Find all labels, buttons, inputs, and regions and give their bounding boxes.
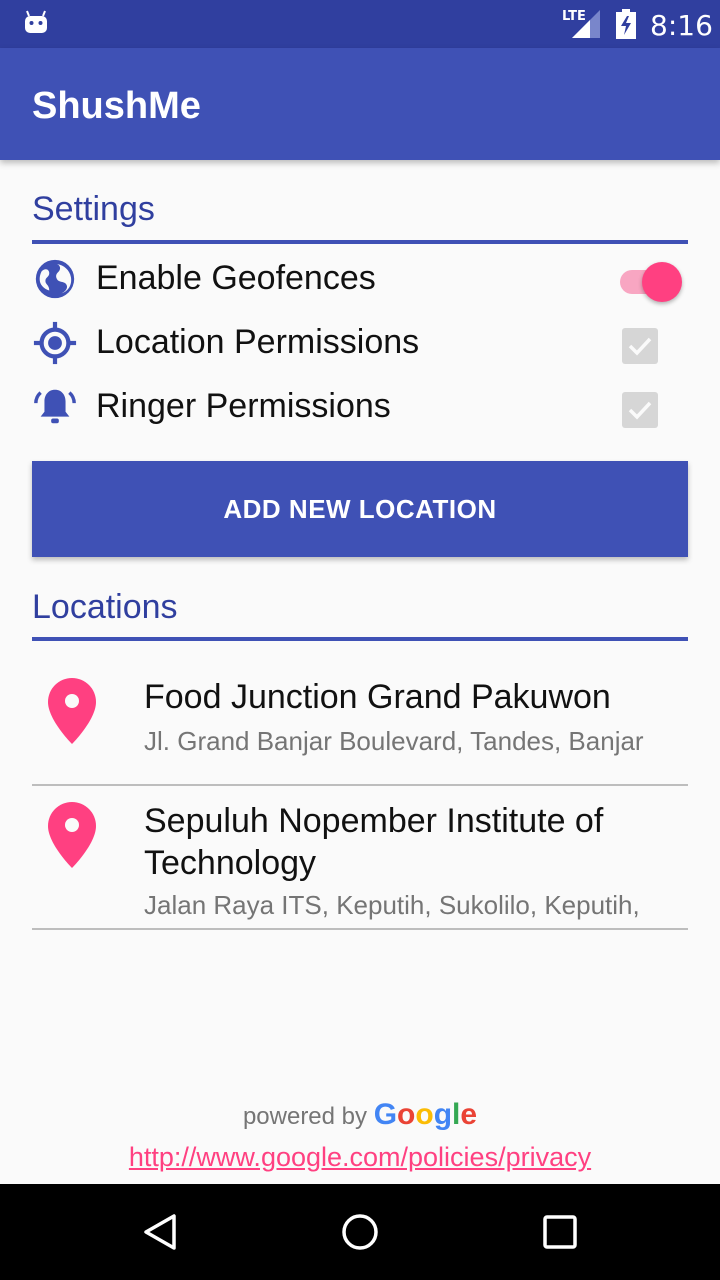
setting-label: Enable Geofences [96, 259, 376, 297]
battery-charging-icon [616, 9, 636, 39]
powered-by-google: powered by Google [0, 1098, 720, 1132]
back-icon[interactable] [140, 1212, 180, 1252]
recents-icon[interactable] [540, 1212, 580, 1252]
setting-location-permissions[interactable]: Location Permissions [32, 312, 688, 372]
privacy-policy-link[interactable]: http://www.google.com/policies/privacy [0, 1142, 720, 1173]
setting-label: Location Permissions [96, 323, 420, 361]
geofence-switch[interactable] [616, 258, 682, 302]
globe-icon [35, 259, 75, 299]
location-address: Jl. Grand Banjar Boulevard, Tandes, Banj… [144, 726, 644, 756]
checkmark-icon [628, 337, 652, 356]
list-divider [32, 928, 688, 930]
google-logo: Google [373, 1098, 478, 1131]
home-icon[interactable] [340, 1212, 380, 1252]
app-bar: ShushMe [0, 48, 720, 160]
locations-divider [32, 637, 688, 641]
checkmark-icon [628, 401, 652, 420]
location-permission-checkbox[interactable] [622, 328, 658, 364]
android-icon [25, 10, 47, 33]
location-list-item[interactable]: Sepuluh Nopember Institute of Technology… [32, 786, 688, 928]
app-title: ShushMe [32, 85, 201, 127]
powered-by-text: powered by [242, 1103, 368, 1130]
navigation-bar [0, 1184, 720, 1280]
location-name: Sepuluh Nopember Institute of Technology [144, 802, 604, 882]
location-name: Food Junction Grand Pakuwon [144, 678, 611, 716]
location-address: Jalan Raya ITS, Keputih, Sukolilo, Keput… [144, 890, 640, 920]
map-pin-icon [48, 802, 96, 868]
setting-ringer-permissions[interactable]: Ringer Permissions [32, 376, 688, 436]
setting-label: Ringer Permissions [96, 387, 391, 425]
locations-header: Locations [32, 588, 178, 626]
add-new-location-button[interactable]: ADD NEW LOCATION [32, 461, 688, 557]
location-list-item[interactable]: Food Junction Grand Pakuwon Jl. Grand Ba… [32, 660, 688, 784]
settings-divider [32, 240, 688, 244]
switch-thumb [642, 262, 682, 302]
gps-target-icon [33, 321, 77, 365]
ringer-permission-checkbox[interactable] [622, 392, 658, 428]
clock: 8:16 [650, 9, 713, 42]
status-bar: LTE 8:16 [0, 0, 720, 48]
setting-enable-geofences[interactable]: Enable Geofences [32, 248, 688, 308]
signal-icon [572, 10, 600, 38]
bell-ringing-icon [34, 389, 76, 424]
map-pin-icon [48, 678, 96, 744]
settings-header: Settings [32, 190, 155, 228]
